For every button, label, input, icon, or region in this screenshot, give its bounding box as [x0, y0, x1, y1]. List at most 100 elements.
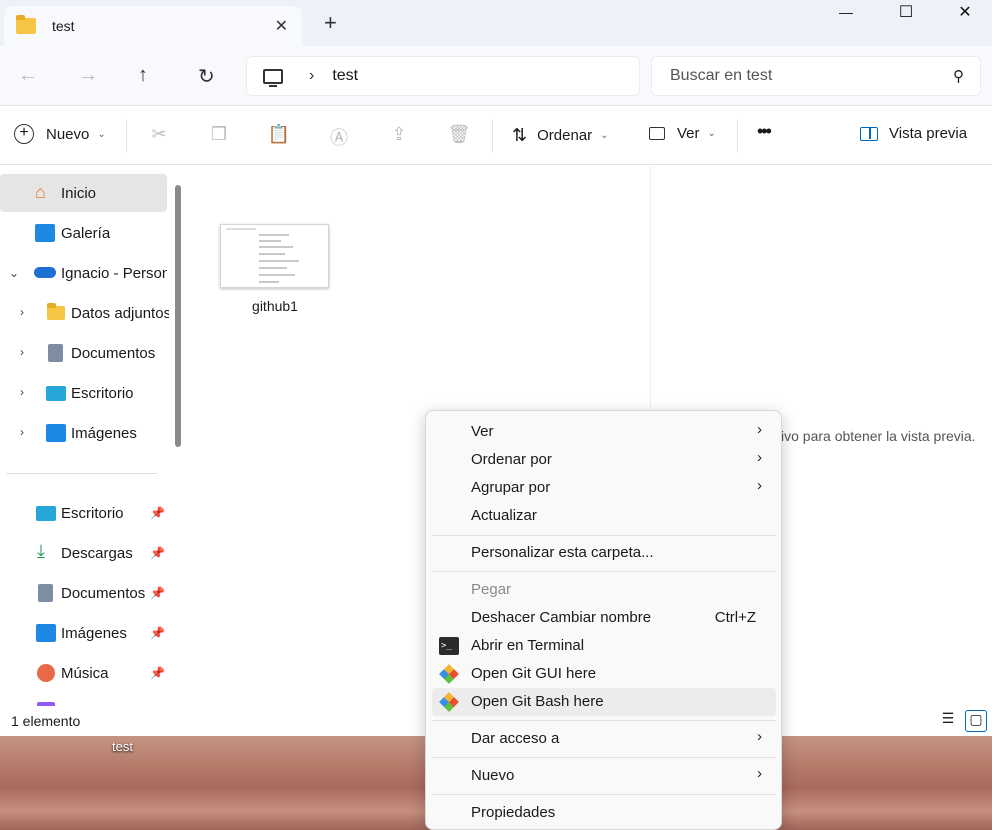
view-button[interactable]: Ver ⌄: [649, 125, 716, 142]
back-arrow-icon[interactable]: ←: [18, 64, 38, 87]
quick-access-documentos[interactable]: Documentos 📌: [0, 574, 167, 612]
pin-icon[interactable]: 📌: [150, 546, 165, 560]
chevron-right-icon[interactable]: ›: [20, 345, 24, 359]
sidebar-item-label: Escritorio: [71, 385, 134, 402]
search-input[interactable]: [670, 67, 930, 85]
desktop-label[interactable]: test: [112, 739, 133, 754]
more-options-button[interactable]: •••: [757, 121, 772, 142]
menu-item-agrupar-por[interactable]: Agrupar por ›: [432, 474, 776, 502]
new-button[interactable]: + Nuevo ⌄: [14, 124, 106, 144]
chevron-right-icon[interactable]: ›: [20, 425, 24, 439]
menu-item-label: Nuevo: [471, 767, 515, 784]
computer-icon: [263, 68, 283, 87]
menu-separator: [432, 720, 776, 721]
pin-icon[interactable]: 📌: [150, 506, 165, 520]
menu-item-label: Agrupar por: [471, 479, 551, 496]
menu-item-label: Ordenar por: [471, 451, 552, 468]
menu-item-git-bash[interactable]: Open Git Bash here: [432, 688, 776, 716]
cut-icon[interactable]: ✂: [147, 124, 171, 148]
divider: [6, 473, 157, 474]
menu-item-label: Personalizar esta carpeta...: [471, 544, 654, 561]
menu-item-dar-acceso[interactable]: Dar acceso a ›: [432, 725, 776, 753]
menu-item-label: Open Git GUI here: [471, 665, 597, 682]
maximize-button[interactable]: ☐: [886, 2, 926, 26]
tiles-view-icon[interactable]: ▢: [965, 710, 987, 732]
pin-icon[interactable]: 📌: [150, 626, 165, 640]
sort-label: Ordenar: [537, 127, 593, 144]
details-view-icon[interactable]: ☰: [937, 710, 959, 732]
chevron-down-icon[interactable]: ⌄: [9, 266, 19, 280]
menu-item-abrir-terminal[interactable]: >_ Abrir en Terminal: [432, 632, 776, 660]
sidebar-item-escritorio[interactable]: › Escritorio: [0, 374, 167, 412]
sidebar-item-label: Inicio: [61, 185, 97, 202]
forward-arrow-icon[interactable]: →: [78, 64, 98, 87]
menu-separator: [432, 757, 776, 758]
sort-button[interactable]: ⇅ Ordenar ⌄: [512, 125, 609, 146]
menu-item-ordenar-por[interactable]: Ordenar por ›: [432, 446, 776, 474]
git-icon: [439, 664, 459, 684]
new-label: Nuevo: [46, 125, 90, 143]
quick-access-descargas[interactable]: ⤓ Descargas 📌: [0, 534, 167, 572]
sidebar-item-galeria[interactable]: Galería: [0, 214, 167, 252]
sidebar-item-datos-adjuntos[interactable]: › Datos adjuntos: [0, 294, 169, 332]
tab-close-button[interactable]: ✕: [275, 16, 288, 36]
menu-item-deshacer[interactable]: Deshacer Cambiar nombre Ctrl+Z: [432, 604, 776, 632]
sidebar-item-inicio[interactable]: ⌂ Inicio: [0, 174, 167, 212]
sidebar-item-label: Documentos: [61, 585, 146, 602]
menu-item-personalizar[interactable]: Personalizar esta carpeta...: [432, 539, 776, 567]
sidebar-item-documentos[interactable]: › Documentos: [0, 334, 167, 372]
preview-pane-button[interactable]: Vista previa: [860, 125, 967, 142]
view-label: Ver: [677, 125, 700, 142]
paste-icon[interactable]: 📋: [267, 124, 291, 148]
chevron-right-icon: ›: [757, 421, 762, 438]
up-arrow-icon[interactable]: ↑: [138, 64, 148, 87]
share-icon[interactable]: ⇪: [387, 124, 411, 148]
divider: [492, 119, 493, 153]
delete-icon[interactable]: 🗑: [447, 124, 471, 148]
sidebar-item-label: Imágenes: [61, 625, 127, 642]
menu-item-label: Propiedades: [471, 804, 556, 821]
sidebar-item-onedrive[interactable]: ⌄ Ignacio - Personal: [0, 254, 167, 292]
sidebar-item-imagenes[interactable]: › Imágenes: [0, 414, 167, 452]
quick-access-videos[interactable]: [0, 694, 167, 706]
breadcrumb-test[interactable]: test: [332, 67, 358, 85]
quick-access-escritorio[interactable]: Escritorio 📌: [0, 494, 167, 532]
desktop-icon: [46, 386, 66, 401]
chevron-right-icon[interactable]: ›: [20, 385, 24, 399]
refresh-icon[interactable]: ↻: [198, 64, 215, 89]
preview-message: ivo para obtener la vista previa.: [781, 428, 976, 444]
plus-circle-icon: +: [14, 124, 34, 144]
chevron-right-icon: ›: [757, 765, 762, 782]
menu-item-nuevo[interactable]: Nuevo ›: [432, 762, 776, 790]
preview-label: Vista previa: [889, 125, 968, 142]
pin-icon[interactable]: 📌: [150, 586, 165, 600]
sidebar-item-label: Música: [61, 665, 109, 682]
shortcut-label: Ctrl+Z: [714, 609, 756, 626]
menu-item-ver[interactable]: Ver ›: [432, 418, 776, 446]
sidebar-item-label: Documentos: [71, 345, 156, 362]
menu-item-actualizar[interactable]: Actualizar: [432, 502, 776, 530]
address-bar[interactable]: › test: [246, 56, 640, 96]
rename-icon[interactable]: Ⓐ: [327, 124, 351, 148]
terminal-icon: >_: [439, 637, 459, 655]
quick-access-musica[interactable]: Música 📌: [0, 654, 167, 692]
folder-icon: [47, 303, 67, 324]
download-icon: ⤓: [37, 541, 45, 561]
file-name[interactable]: github1: [218, 298, 332, 314]
minimize-button[interactable]: —: [826, 4, 866, 28]
breadcrumb-chevron-icon[interactable]: ›: [309, 67, 314, 85]
menu-item-propiedades[interactable]: Propiedades: [432, 799, 776, 827]
pin-icon[interactable]: 📌: [150, 666, 165, 680]
new-tab-button[interactable]: +: [324, 12, 337, 34]
close-window-button[interactable]: ✕: [945, 2, 985, 26]
chevron-down-icon: ⌄: [707, 128, 716, 139]
chevron-right-icon[interactable]: ›: [20, 305, 24, 319]
item-count: 1 elemento: [11, 713, 81, 729]
search-box[interactable]: ⚲: [651, 56, 981, 96]
quick-access-imagenes[interactable]: Imágenes 📌: [0, 614, 167, 652]
sidebar-scrollbar[interactable]: [175, 185, 181, 447]
menu-item-git-gui[interactable]: Open Git GUI here: [432, 660, 776, 688]
copy-icon[interactable]: ❐: [207, 124, 231, 148]
file-thumbnail[interactable]: [220, 224, 329, 288]
tab-test[interactable]: test ✕: [4, 6, 302, 46]
